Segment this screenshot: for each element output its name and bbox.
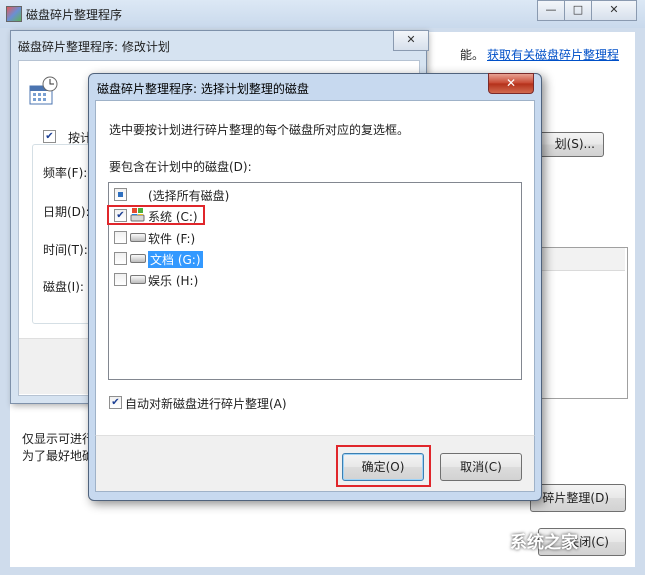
note-line-1: 仅显示可进行	[22, 432, 95, 446]
auto-new-disks-checkbox[interactable]: ✔	[109, 396, 122, 409]
maximize-button[interactable]: □	[564, 0, 592, 21]
hard-drive-icon	[130, 275, 146, 284]
hard-drive-icon	[130, 233, 146, 242]
minimize-button[interactable]: —	[537, 0, 565, 21]
modify-close-button[interactable]: ✕	[393, 30, 429, 51]
disk-status-list-header	[531, 248, 625, 271]
date-label: 日期(D):	[43, 205, 90, 219]
disk-label-f: 软件 (F:)	[148, 232, 196, 246]
disk-g-checkbox[interactable]	[114, 252, 127, 265]
highlight-box-disk-c	[107, 205, 205, 225]
note-line-2: 为了最好地确	[22, 449, 95, 463]
select-all-checkbox[interactable]	[114, 188, 127, 201]
disk-h-checkbox[interactable]	[114, 273, 127, 286]
watermark: 系统之家	[510, 533, 578, 553]
frequency-label: 频率(F):	[43, 166, 88, 180]
time-label: 时间(T):	[43, 243, 88, 257]
disk-f-checkbox[interactable]	[114, 231, 127, 244]
highlight-box-ok	[336, 445, 431, 487]
help-link[interactable]: 获取有关磁盘碎片整理程	[487, 46, 619, 63]
main-close-button[interactable]: ✕	[591, 0, 637, 21]
dialog-close-button[interactable]: ✕	[488, 73, 534, 94]
auto-new-disks-label: 自动对新磁盘进行碎片整理(A)	[125, 397, 287, 411]
disk-label-select-all: (选择所有磁盘)	[148, 189, 230, 203]
hard-drive-icon	[130, 254, 146, 263]
defrag-app-icon	[6, 6, 22, 22]
main-intro-text: 能。	[460, 48, 485, 62]
main-window-title: 磁盘碎片整理程序	[26, 8, 123, 22]
dialog-instruction: 选中要按计划进行碎片整理的每个磁盘所对应的复选框。	[109, 123, 410, 137]
disk-label-g: 文档 (G:)	[148, 251, 203, 268]
dialog-title: 磁盘碎片整理程序: 选择计划整理的磁盘	[97, 82, 309, 96]
disk-label-h: 娱乐 (H:)	[148, 274, 199, 288]
modify-window-title: 磁盘碎片整理程序: 修改计划	[18, 40, 170, 54]
run-on-schedule-checkbox[interactable]: ✔	[43, 130, 56, 143]
defrag-disk-button[interactable]: 碎片整理(D)	[530, 484, 626, 512]
include-disks-label: 要包含在计划中的磁盘(D):	[109, 160, 252, 174]
cancel-button[interactable]: 取消(C)	[440, 453, 522, 481]
disk-label: 磁盘(I):	[43, 280, 84, 294]
calendar-clock-icon	[29, 76, 58, 105]
